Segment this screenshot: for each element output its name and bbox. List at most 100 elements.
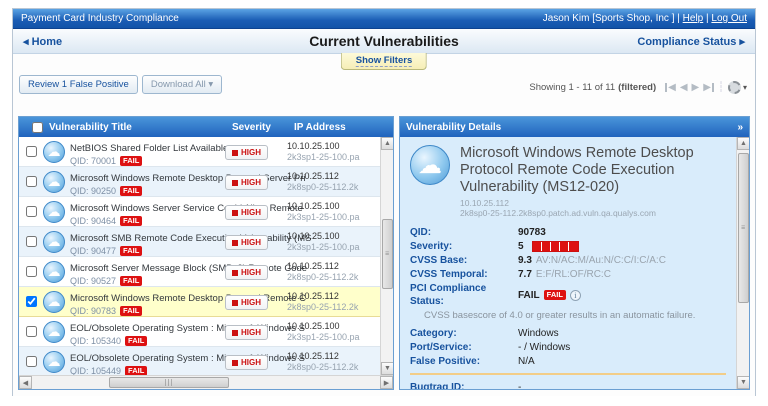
gear-icon[interactable] <box>727 81 741 94</box>
row-ip: 10.10.25.100 <box>287 320 340 331</box>
severity-badge: HIGH <box>225 295 268 310</box>
review-false-positive-button[interactable]: Review 1 False Positive <box>19 75 138 94</box>
vulnerability-list: ☁ NetBIOS Shared Folder List Available Q… <box>19 137 393 375</box>
download-all-button[interactable]: Download All ▾ <box>141 75 223 94</box>
vulnerability-table-panel: Vulnerability Title Severity IP Address … <box>18 116 394 390</box>
row-hostname: 2k3sp1-25-100.pa <box>287 151 360 162</box>
row-ip: 10.10.25.112 <box>287 170 339 181</box>
panels: Vulnerability Title Severity IP Address … <box>18 116 750 390</box>
cvss-temporal-score: 7.7 <box>518 269 532 280</box>
row-checkbox[interactable] <box>25 356 37 367</box>
fail-badge: FAIL <box>543 290 566 300</box>
fail-badge: FAIL <box>120 215 143 226</box>
table-row[interactable]: ☁ NetBIOS Shared Folder List Available Q… <box>19 137 393 167</box>
scroll-down-icon[interactable]: ▼ <box>737 376 749 389</box>
scroll-thumb[interactable]: ≡ <box>382 219 393 289</box>
row-checkbox[interactable] <box>25 296 37 307</box>
host-cloud-icon: ☁ <box>43 140 65 163</box>
table-row[interactable]: ☁ Microsoft Windows Remote Desktop Proto… <box>19 287 393 317</box>
gear-caret-icon[interactable]: ▾ <box>743 83 747 92</box>
table-row[interactable]: ☁ Microsoft Windows Server Service Could… <box>19 197 393 227</box>
row-checkbox[interactable] <box>25 146 37 157</box>
severity-square-icon <box>232 209 238 216</box>
column-ip: IP Address <box>294 121 346 133</box>
row-ip: 10.10.25.112 <box>287 260 339 271</box>
row-checkbox[interactable] <box>25 326 37 337</box>
logout-link[interactable]: Log Out <box>711 13 747 24</box>
row-ip: 10.10.25.112 <box>287 290 339 301</box>
row-hostname: 2k8sp0-25-112.2k <box>287 271 359 282</box>
first-page-icon[interactable]: ◀ <box>665 83 677 93</box>
details-body: ☁ Microsoft Windows Remote Desktop Proto… <box>400 137 736 389</box>
severity-badge: HIGH <box>225 325 268 340</box>
row-qid: QID: 105449 <box>70 365 122 376</box>
scroll-left-icon[interactable]: ◀ <box>19 376 32 389</box>
table-row[interactable]: ☁ Microsoft SMB Remote Code Execution Vu… <box>19 227 393 257</box>
severity-badge: HIGH <box>225 205 268 220</box>
fail-badge: FAIL <box>125 365 148 375</box>
severity-badge: HIGH <box>225 235 268 250</box>
row-hostname: 2k8sp0-25-112.2k <box>287 181 359 192</box>
cvss-base-score: 9.3 <box>518 255 532 266</box>
scroll-up-icon[interactable]: ▲ <box>381 137 393 150</box>
row-checkbox[interactable] <box>25 266 37 277</box>
table-vertical-scrollbar[interactable]: ▲ ≡ ▼ <box>380 137 393 375</box>
row-checkbox[interactable] <box>25 206 37 217</box>
table-row[interactable]: ☁ EOL/Obsolete Operating System : Micros… <box>19 347 393 375</box>
scroll-down-icon[interactable]: ▼ <box>381 362 393 375</box>
detail-bugtraq: - <box>518 382 522 389</box>
detail-qid: 90783 <box>518 227 546 238</box>
user-session: Jason Kim [Sports Shop, Inc ] | Help | L… <box>542 13 747 24</box>
row-title: NetBIOS Shared Folder List Available <box>70 142 229 154</box>
row-hostname: 2k3sp1-25-100.pa <box>287 211 360 222</box>
column-title: Vulnerability Title <box>49 121 132 133</box>
scroll-thumb[interactable]: ≡ <box>738 153 749 303</box>
fail-badge: FAIL <box>125 335 148 346</box>
row-hostname: 2k8sp0-25-112.2k <box>287 301 359 312</box>
content-area: Show Filters Review 1 False Positive Dow… <box>13 53 755 396</box>
action-buttons: Review 1 False Positive Download All ▾ <box>19 75 223 94</box>
nav-home[interactable]: ◂ Home <box>23 35 62 48</box>
nav-compliance-status[interactable]: Compliance Status ▸ <box>637 35 745 48</box>
row-checkbox[interactable] <box>25 236 37 247</box>
select-all-checkbox[interactable] <box>31 121 43 133</box>
table-horizontal-scrollbar[interactable]: ◀ ||| ▶ <box>19 375 393 389</box>
info-icon[interactable]: i <box>569 289 581 301</box>
fail-badge: FAIL <box>120 155 143 166</box>
severity-badge: HIGH <box>225 265 268 280</box>
details-vertical-scrollbar[interactable]: ▲ ≡ ▼ <box>736 137 749 389</box>
table-row[interactable]: ☁ Microsoft Server Message Block (SMBv2)… <box>19 257 393 287</box>
host-cloud-icon: ☁ <box>43 320 65 343</box>
prev-page-icon[interactable]: ◀ <box>679 82 689 93</box>
severity-square-icon <box>232 239 238 246</box>
table-row[interactable]: ☁ Microsoft Windows Remote Desktop Proto… <box>19 167 393 197</box>
help-link[interactable]: Help <box>683 13 704 24</box>
fail-badge: FAIL <box>120 185 143 196</box>
detail-category: Windows <box>518 328 559 339</box>
showing-text: Showing 1 - 11 of 11 <box>529 82 616 93</box>
column-severity: Severity <box>232 121 271 133</box>
scroll-right-icon[interactable]: ▶ <box>380 376 393 389</box>
host-cloud-icon: ☁ <box>43 350 65 373</box>
table-row[interactable]: ☁ EOL/Obsolete Operating System : Micros… <box>19 317 393 347</box>
show-filters-button[interactable]: Show Filters <box>340 53 428 70</box>
next-page-icon[interactable]: ▶ <box>691 82 701 93</box>
row-ip: 10.10.25.100 <box>287 230 340 241</box>
severity-badge: HIGH <box>225 175 268 190</box>
collapse-panel-icon[interactable]: » <box>737 122 743 133</box>
pci-note: CVSS basescore of 4.0 or greater results… <box>424 310 696 321</box>
fail-badge: FAIL <box>120 305 143 316</box>
host-cloud-icon: ☁ <box>43 170 65 193</box>
row-checkbox[interactable] <box>25 176 37 187</box>
row-qid: QID: 90464 <box>70 215 117 226</box>
detail-ip: 10.10.25.112 <box>460 198 509 208</box>
last-page-icon[interactable]: ▶ <box>702 83 714 93</box>
scroll-up-icon[interactable]: ▲ <box>737 137 749 150</box>
cvss-temporal-vector: E:F/RL:OF/RC:C <box>535 269 611 280</box>
detail-port: - / Windows <box>518 342 571 353</box>
detail-hostname: 2k8sp0-25-112.2k8sp0.patch.ad.vuln.qa.qu… <box>460 208 656 218</box>
hscroll-thumb[interactable]: ||| <box>109 377 229 388</box>
severity-bar <box>531 241 579 252</box>
severity-square-icon <box>232 329 238 336</box>
detail-title: Microsoft Windows Remote Desktop Protoco… <box>460 145 694 195</box>
